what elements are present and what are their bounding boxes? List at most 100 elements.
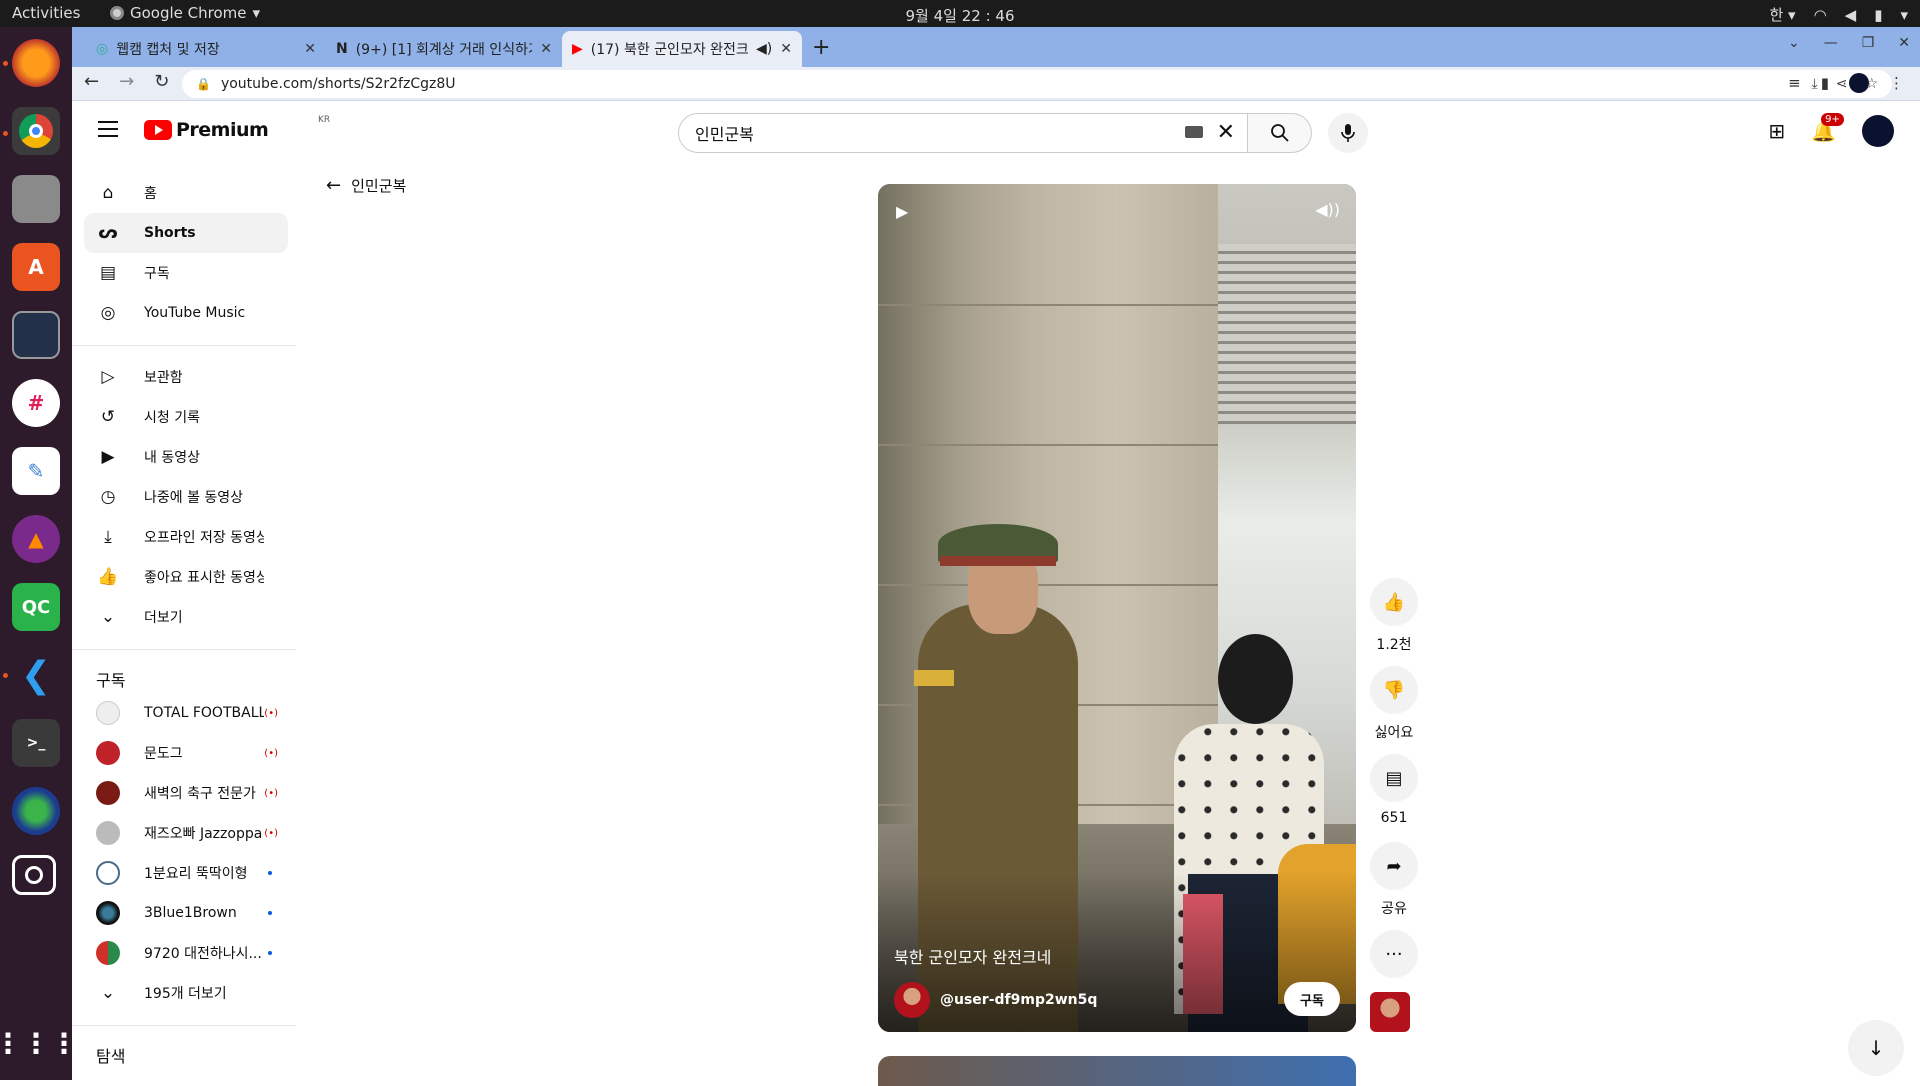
new-tab-button[interactable]: + <box>812 35 830 60</box>
url-text[interactable]: youtube.com/shorts/S2r2fzCgz8U <box>221 76 456 92</box>
subscribe-button[interactable]: 구독 <box>1284 982 1340 1016</box>
create-video-icon[interactable]: ⊞ <box>1768 119 1785 143</box>
home-icon: ⌂ <box>102 183 114 203</box>
globe-app-icon[interactable] <box>12 787 60 835</box>
firefox-icon[interactable] <box>12 39 60 87</box>
screenshot-tool-icon[interactable] <box>12 311 60 359</box>
subscription-channel[interactable]: 재즈오빠 Jazzoppa (•) <box>84 813 288 853</box>
channel-name: 9720 대전하나시... <box>144 946 262 962</box>
software-center-icon[interactable]: A <box>12 243 60 291</box>
system-tray[interactable]: 한 ▾ ◠ ◀ ▮ ▾ <box>1769 4 1908 25</box>
voice-search-button[interactable] <box>1328 113 1368 153</box>
subscription-channel[interactable]: 새벽의 축구 전문가 (•) <box>84 773 288 813</box>
qc-app-icon[interactable]: QC <box>12 583 60 631</box>
more-options-button[interactable]: ··· <box>1370 930 1418 978</box>
search-input[interactable]: 인민군복 ✕ <box>678 113 1248 153</box>
activities-button[interactable]: Activities <box>12 4 80 22</box>
notification-badge: 9+ <box>1821 113 1844 126</box>
dislike-button[interactable]: 👎 <box>1370 666 1418 714</box>
sidebar-item-library[interactable]: ▷ 보관함 <box>84 357 288 397</box>
camera-app-icon[interactable] <box>12 855 56 895</box>
more-action[interactable]: ··· <box>1368 930 1420 978</box>
subscription-channel[interactable]: TOTAL FOOTBALL (•) <box>84 693 288 733</box>
close-icon[interactable]: ✕ <box>304 41 316 57</box>
menu-kebab-icon[interactable]: ⋮ <box>1889 74 1904 92</box>
sidebar-item-your-videos[interactable]: ▶ 내 동영상 <box>84 437 288 477</box>
omnibox[interactable]: 🔒 youtube.com/shorts/S2r2fzCgz8U ⤓ ⋖ ☆ <box>182 70 1892 98</box>
subscription-channel[interactable]: 1분요리 뚝딱이형 <box>84 853 288 893</box>
tab-notion[interactable]: N (9+) [1] 회계상 거래 인식하기 ✕ <box>326 31 562 67</box>
shorts-video-player[interactable]: ▶ ◀)) 북한 군인모자 완전크네 @user-df9mp2wn5q 구독 <box>878 184 1356 1032</box>
back-to-search-link[interactable]: ← 인민군복 <box>326 175 406 196</box>
dislike-action[interactable]: 👎 싫어요 <box>1368 666 1420 742</box>
notifications-button[interactable]: 🔔 9+ <box>1811 113 1844 143</box>
reload-icon[interactable]: ↻ <box>154 71 169 92</box>
side-panel-icon[interactable]: ▮ <box>1821 74 1829 92</box>
youtube-logo[interactable]: Premium KR <box>144 115 330 141</box>
hamburger-menu-icon[interactable] <box>98 121 118 137</box>
back-arrow-icon[interactable]: ← <box>84 71 99 92</box>
forward-arrow-icon[interactable]: → <box>119 71 134 92</box>
tab-search-icon[interactable]: ⌄ <box>1788 35 1800 51</box>
tab-title: (9+) [1] 회계상 거래 인식하기 <box>355 42 533 58</box>
app-menu[interactable]: Google Chrome ▾ <box>110 4 260 22</box>
sidebar-item-history[interactable]: ↺ 시청 기록 <box>84 397 288 437</box>
sidebar-item-liked-videos[interactable]: 👍 좋아요 표시한 동영상 <box>84 557 288 597</box>
clock[interactable]: 9월 4일 22 : 46 <box>0 5 1920 26</box>
sidebar-item-more-subscriptions[interactable]: ⌄ 195개 더보기 <box>84 973 288 1013</box>
like-button[interactable]: 👍 <box>1370 578 1418 626</box>
text-editor-icon[interactable]: ✎ <box>12 447 60 495</box>
terminal-icon[interactable]: >_ <box>12 719 60 767</box>
like-action[interactable]: 👍 1.2천 <box>1368 578 1420 654</box>
sidebar-item-youtube-music[interactable]: ◎ YouTube Music <box>84 293 288 333</box>
share-button[interactable]: ➦ <box>1370 842 1418 890</box>
keyboard-icon[interactable] <box>1185 126 1203 138</box>
search-value[interactable]: 인민군복 <box>695 121 754 145</box>
short-channel[interactable]: @user-df9mp2wn5q <box>894 982 1097 1018</box>
close-window-icon[interactable]: ✕ <box>1898 35 1910 51</box>
flame-app-icon[interactable]: ▲ <box>12 515 60 563</box>
profile-avatar[interactable] <box>1849 73 1869 93</box>
youtube-play-icon <box>144 120 172 140</box>
reading-list-icon[interactable]: ≡ <box>1788 74 1801 92</box>
restore-icon[interactable]: ❐ <box>1862 35 1875 51</box>
sidebar-item-home[interactable]: ⌂ 홈 <box>84 173 288 213</box>
search-button[interactable] <box>1248 113 1312 153</box>
vscode-icon[interactable]: ❮ <box>12 651 60 699</box>
chrome-dock-icon[interactable] <box>12 107 60 155</box>
sidebar-item-show-more[interactable]: ⌄ 더보기 <box>84 597 288 637</box>
clear-search-icon[interactable]: ✕ <box>1217 120 1235 145</box>
share-action[interactable]: ➦ 공유 <box>1368 842 1420 918</box>
close-icon[interactable]: ✕ <box>540 41 552 57</box>
sidebar-item-shorts[interactable]: ᔕ Shorts <box>84 213 288 253</box>
next-short-preview[interactable] <box>878 1056 1356 1086</box>
account-avatar[interactable] <box>1862 115 1894 147</box>
files-icon[interactable] <box>12 175 60 223</box>
video-figure-epaulette <box>914 670 954 686</box>
volume-icon[interactable]: ◀)) <box>1315 200 1340 219</box>
subscription-channel[interactable]: 문도그 (•) <box>84 733 288 773</box>
channel-handle[interactable]: @user-df9mp2wn5q <box>940 992 1097 1008</box>
chevron-down-icon: ▾ <box>252 4 261 22</box>
comments-button[interactable]: ▤ <box>1370 754 1418 802</box>
next-short-button[interactable]: ↓ <box>1848 1020 1904 1076</box>
app-grid-icon[interactable]: ⋮⋮⋮ <box>0 1019 78 1067</box>
short-title[interactable]: 북한 군인모자 완전크네 <box>894 944 1051 968</box>
subscription-channel[interactable]: 3Blue1Brown <box>84 893 288 933</box>
minimize-icon[interactable]: — <box>1824 35 1838 51</box>
comments-action[interactable]: ▤ 651 <box>1368 754 1420 826</box>
slack-icon[interactable]: # <box>12 379 60 427</box>
lock-icon[interactable]: 🔒 <box>196 77 211 91</box>
sidebar-item-watch-later[interactable]: ◷ 나중에 볼 동영상 <box>84 477 288 517</box>
close-icon[interactable]: ✕ <box>780 41 792 57</box>
subscription-channel[interactable]: 9720 대전하나시... <box>84 933 288 973</box>
input-method-indicator[interactable]: 한 ▾ <box>1769 4 1795 25</box>
sidebar-item-subscriptions[interactable]: ▤ 구독 <box>84 253 288 293</box>
tab-webcam[interactable]: ◎ 웹캠 캡처 및 저장 ✕ <box>86 31 326 67</box>
play-icon[interactable]: ▶ <box>896 202 908 221</box>
channel-avatar[interactable] <box>894 982 930 1018</box>
sound-source-avatar[interactable] <box>1370 992 1410 1032</box>
audio-playing-icon[interactable]: ◀) <box>756 41 772 57</box>
tab-youtube[interactable]: ▶ (17) 북한 군인모자 완전크네 ◀) ✕ <box>562 31 802 67</box>
sidebar-item-downloads[interactable]: ⤓ 오프라인 저장 동영상 <box>84 517 288 557</box>
